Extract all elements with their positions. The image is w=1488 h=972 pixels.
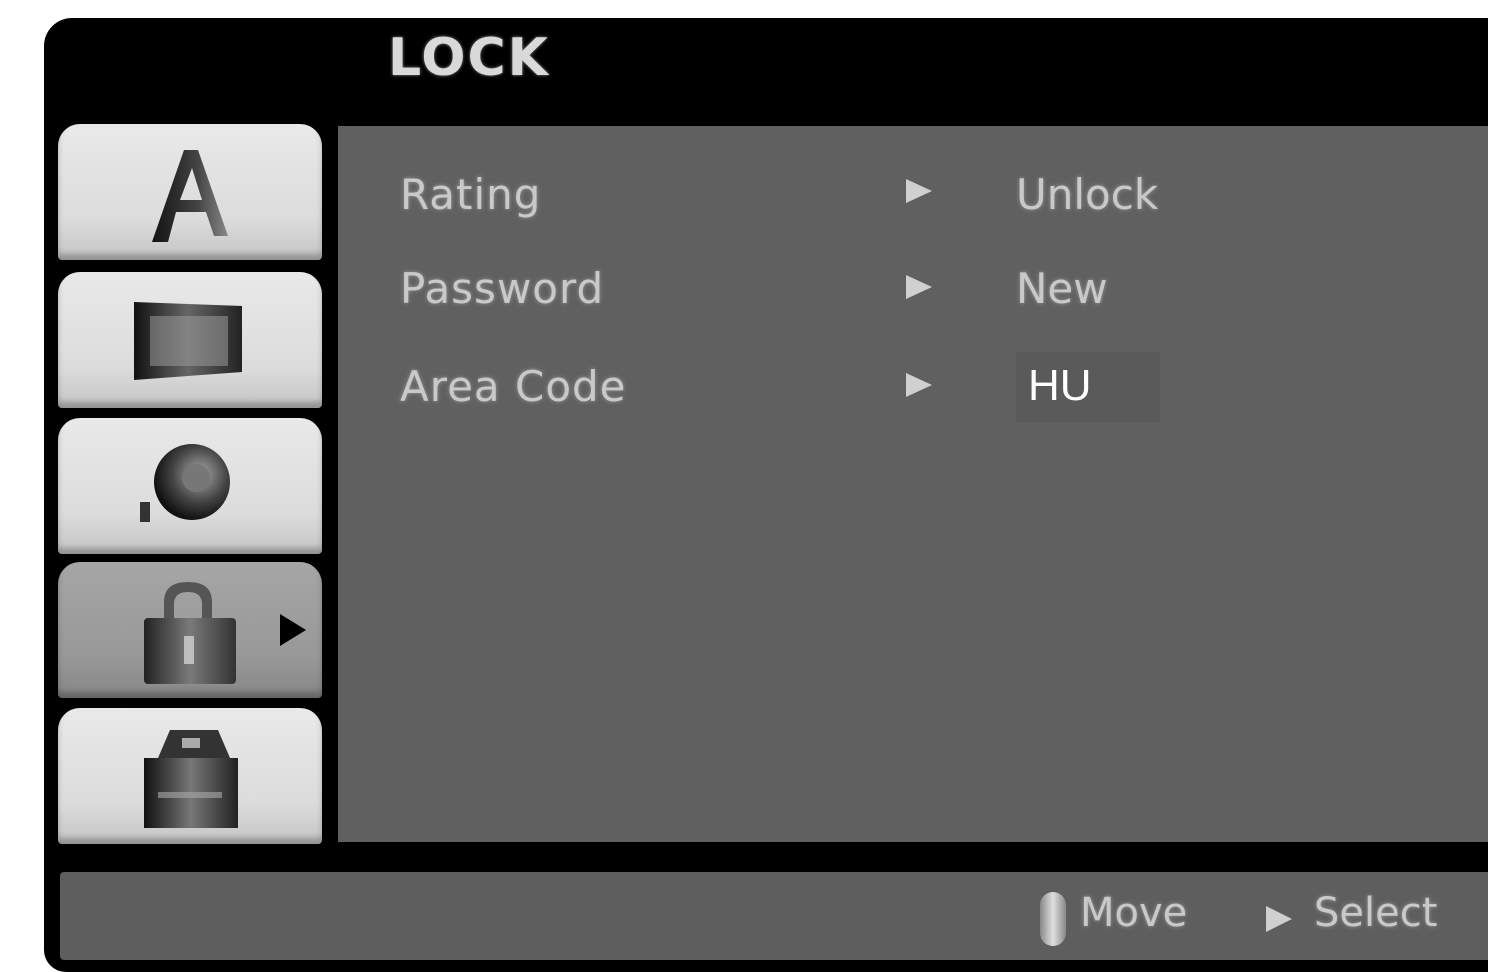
other-settings-icon xyxy=(144,730,238,828)
area-code-label[interactable]: Area Code xyxy=(400,362,627,411)
move-icon xyxy=(1040,892,1066,946)
sidebar-item-lock[interactable] xyxy=(58,562,322,698)
footer-select-label: Select xyxy=(1314,890,1438,936)
area-code-value[interactable]: HU xyxy=(1028,356,1092,416)
language-icon xyxy=(152,150,228,242)
play-arrow-icon xyxy=(280,614,306,646)
audio-icon xyxy=(140,444,230,522)
password-label[interactable]: Password xyxy=(400,264,604,313)
display-icon xyxy=(134,302,242,380)
sidebar-item-audio[interactable] xyxy=(58,418,322,554)
footer-move-label: Move xyxy=(1080,890,1188,936)
select-arrow-icon xyxy=(1266,906,1292,932)
rating-label[interactable]: Rating xyxy=(400,170,541,219)
settings-panel xyxy=(338,126,1488,842)
page-title: LOCK xyxy=(388,28,550,88)
arrow-right-icon xyxy=(906,373,932,397)
sidebar-item-others[interactable] xyxy=(58,708,322,844)
arrow-right-icon xyxy=(906,179,932,203)
arrow-right-icon xyxy=(906,275,932,299)
sidebar-item-display[interactable] xyxy=(58,272,322,408)
password-value[interactable]: New xyxy=(1016,264,1108,313)
rating-value[interactable]: Unlock xyxy=(1016,170,1158,219)
sidebar-item-language[interactable] xyxy=(58,124,322,260)
